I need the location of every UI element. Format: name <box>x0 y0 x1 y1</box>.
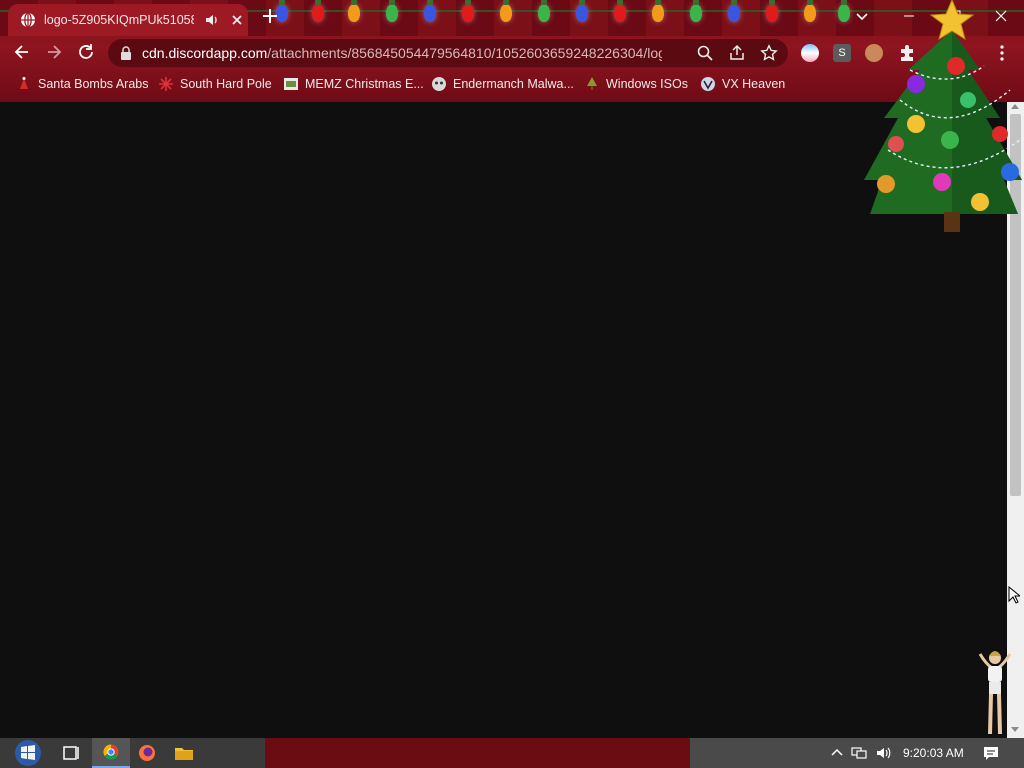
volume-icon[interactable] <box>875 745 891 761</box>
share-icon[interactable] <box>728 44 746 62</box>
firefox-taskbar-icon[interactable] <box>128 738 166 768</box>
bookmark-label: Santa Bombs Arabs <box>38 77 149 91</box>
light-bulb <box>462 0 474 22</box>
reload-icon[interactable] <box>76 42 96 62</box>
globe-icon <box>21 12 35 28</box>
network-icon[interactable] <box>851 745 867 761</box>
christmas-tree-decoration <box>864 0 1022 232</box>
task-view-icon[interactable] <box>52 738 90 768</box>
notifications-icon[interactable] <box>983 745 999 761</box>
taskbar-clock[interactable]: 9:20:03 AM <box>903 746 964 760</box>
light-bulb <box>538 0 550 22</box>
snowflake-icon <box>159 77 173 91</box>
tree-icon <box>587 77 597 90</box>
tab-title: logo-5Z905KIQmPUk51058014.png <box>44 13 194 27</box>
memz-icon <box>284 78 298 90</box>
light-bulb <box>766 0 778 22</box>
address-url[interactable]: cdn.discordapp.com/attachments/856845054… <box>142 45 662 61</box>
search-icon[interactable] <box>696 44 714 62</box>
start-button[interactable] <box>10 738 46 768</box>
light-bulb <box>386 0 398 22</box>
taskbar: 9:20:03 AM <box>0 738 1024 768</box>
url-host: cdn.discordapp.com <box>142 45 268 61</box>
bookmark-label: Windows ISOs <box>606 77 688 91</box>
new-tab-icon[interactable] <box>261 7 279 25</box>
speaker-icon[interactable] <box>204 12 220 28</box>
light-bulb <box>690 0 702 22</box>
file-explorer-taskbar-icon[interactable] <box>165 738 203 768</box>
url-path: /attachments/856845054479564810/10526036… <box>267 45 662 61</box>
mouse-cursor-icon <box>1008 586 1020 604</box>
light-bulb <box>838 0 850 22</box>
enderman-icon <box>432 77 446 91</box>
page-content <box>0 102 1007 738</box>
extension-flag-icon[interactable] <box>801 44 819 62</box>
close-tab-icon[interactable] <box>230 13 244 27</box>
light-bulb <box>728 0 740 22</box>
active-tab[interactable]: logo-5Z905KIQmPUk51058014.png <box>8 4 248 36</box>
back-arrow-icon[interactable] <box>12 42 32 62</box>
chrome-taskbar-icon[interactable] <box>92 738 130 768</box>
chevron-up-icon[interactable] <box>829 745 845 761</box>
extension-s-icon[interactable]: S <box>833 44 851 62</box>
light-bulb <box>500 0 512 22</box>
light-bulb <box>312 0 324 22</box>
lock-icon[interactable] <box>120 46 132 60</box>
bookmark-label: South Hard Pole <box>180 77 272 91</box>
light-bulb <box>424 0 436 22</box>
light-bulb <box>348 0 360 22</box>
vx-icon <box>701 77 715 91</box>
light-bulb <box>614 0 626 22</box>
bookmark-label: Endermanch Malwa... <box>453 77 574 91</box>
santa-icon <box>20 77 28 89</box>
dancing-figure-decoration <box>978 651 1012 735</box>
light-bulb <box>576 0 588 22</box>
bookmark-label: VX Heaven <box>722 77 786 91</box>
address-bar[interactable]: cdn.discordapp.com/attachments/856845054… <box>108 39 788 67</box>
bookmark-star-icon[interactable] <box>760 44 778 62</box>
forward-arrow-icon[interactable] <box>44 42 64 62</box>
light-bulb <box>804 0 816 22</box>
light-bulb <box>652 0 664 22</box>
bookmark-label: MEMZ Christmas E... <box>305 77 424 91</box>
